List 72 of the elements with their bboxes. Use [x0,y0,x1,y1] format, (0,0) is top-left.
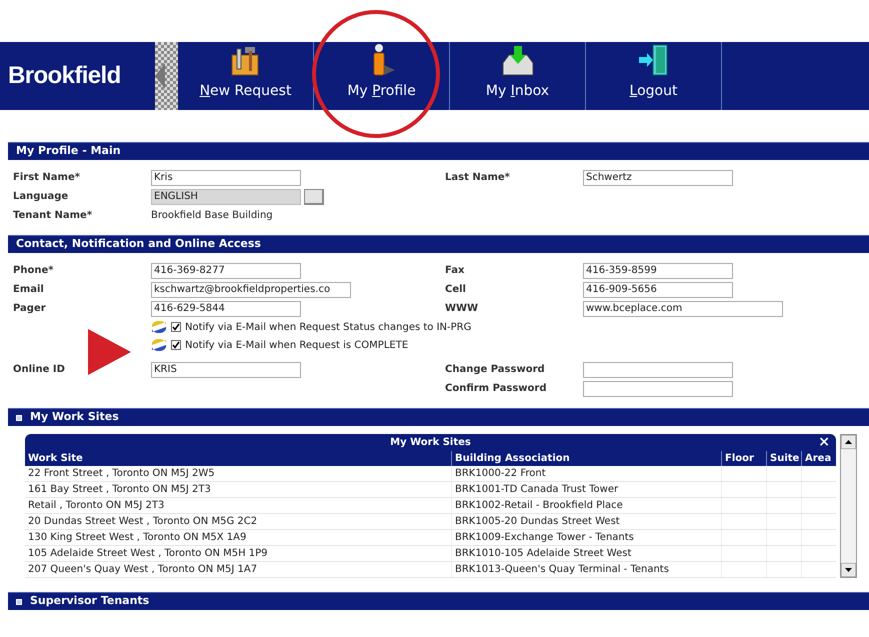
column-header: Floor [721,451,766,466]
field-label: Language [13,190,70,204]
table-cell: BRK1001-TD Canada Trust Tower [451,482,721,497]
input-field[interactable] [583,380,733,396]
input-field[interactable]: www.bceplace.com [583,300,783,316]
scroll-up-icon[interactable] [841,435,856,449]
checkbox[interactable] [171,340,181,350]
field-label: WWW [445,302,480,316]
field-label: Cell [445,283,467,297]
input-field[interactable]: KRIS [151,362,301,378]
column-header: Building Association [451,451,721,466]
column-header: Work Site [27,452,84,466]
exit-door-icon [636,43,670,77]
sync-icon [151,321,167,333]
input-field[interactable]: 416-909-5656 [583,282,733,298]
table-cell: BRK1002-Retail - Brookfield Place [451,498,721,513]
bullet-icon [16,414,22,420]
input-field[interactable] [583,362,733,378]
field-label: Confirm Password [445,382,548,396]
table-cell-text: 20 Dundas Street West , Toronto ON M5G 2C2 [27,515,258,529]
table-title: My Work Sites [390,436,471,450]
nav-tab[interactable]: New Request [178,42,314,110]
sync-icon [151,339,167,351]
input-field[interactable]: 416-629-5844 [151,300,301,316]
field-label: Fax [445,264,466,278]
input-field[interactable]: kschwartz@brookfieldproperties.co [151,282,351,298]
table-cell-text: 22 Front Street , Toronto ON M5J 2W5 [27,467,216,481]
section-title: Supervisor Tenants [30,593,150,610]
section-title: My Profile - Main [16,143,121,160]
field-label: Pager [13,302,47,316]
lookup-button[interactable] [304,188,324,204]
table-cell-text: 130 King Street West , Toronto ON M5X 1A9 [27,531,248,545]
table-cell: BRK1009-Exchange Tower - Tenants [451,530,721,545]
table-cell: BRK1013-Queen's Quay Terminal - Tenants [451,562,721,577]
field-label: Phone* [13,264,54,278]
scrollbar[interactable] [840,434,857,578]
table-cell-text: 207 Queen's Quay West , Toronto ON M5J 1A7 [27,563,258,577]
input-field[interactable]: Schwertz [583,170,733,186]
field-label: Change Password [445,363,546,377]
column-header: Suite [766,451,801,466]
collapse-arrow-icon [155,63,165,89]
input-field[interactable]: 416-369-8277 [151,262,301,278]
nav-tab[interactable]: My Inbox [450,42,586,110]
input-field[interactable]: Kris [151,170,301,186]
table-cell-text: 105 Adelaide Street West , Toronto ON M5H 1P9 [27,547,269,561]
input-field[interactable]: 416-359-8599 [583,262,733,278]
field-label: First Name* [13,171,81,185]
table-cell-text: Retail , Toronto ON M5J 2T3 [27,499,166,513]
section-title: Contact, Notification and Online Access [16,236,261,252]
pointer-arrow [88,329,131,375]
checkbox-label: Notify via E-Mail when Request Status changes to IN-PRG [185,320,472,334]
close-button[interactable]: × [818,434,830,451]
scroll-down-icon[interactable] [841,563,856,577]
checkbox-label: Notify via E-Mail when Request is COMPLETE [185,338,408,352]
field-label: Last Name* [445,171,511,185]
nav-tab[interactable]: My Profile [314,42,450,110]
field-value: Brookfield Base Building [151,209,273,223]
field-label: Email [13,283,45,297]
checkbox[interactable] [171,322,181,332]
table-cell-text: 161 Bay Street , Toronto ON M5J 2T3 [27,483,212,497]
inbox-icon [500,45,536,77]
table-cell: BRK1010-105 Adelaide Street West [451,546,721,561]
bullet-icon [16,598,22,604]
field-label: Online ID [13,363,66,377]
table-cell: BRK1005-20 Dundas Street West [451,514,721,529]
nav-tab[interactable]: Logout [586,42,722,110]
table-cell: BRK1000-22 Front [451,466,721,481]
language-field[interactable]: ENGLISH [151,188,301,204]
field-label: Tenant Name* [13,209,94,223]
brand-logo: Brookfield [7,61,122,91]
section-title: My Work Sites [30,409,119,426]
column-header: Area [801,451,836,466]
